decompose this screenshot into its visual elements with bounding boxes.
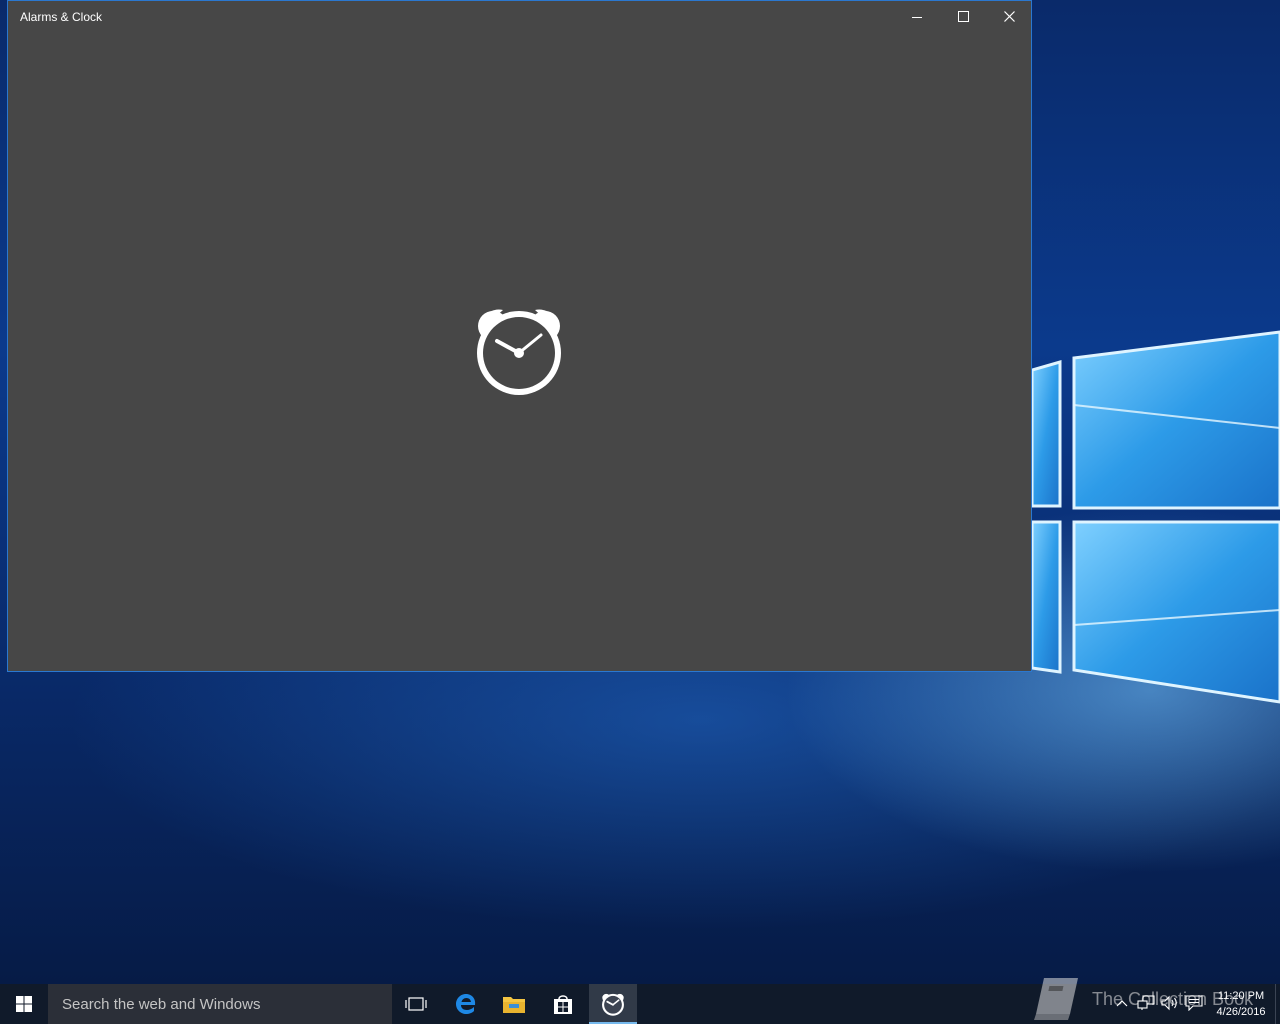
- volume-icon: [1161, 995, 1177, 1011]
- network-button[interactable]: [1136, 993, 1156, 1013]
- show-desktop-button[interactable]: [1275, 984, 1280, 1024]
- windows-start-icon: [16, 996, 32, 1012]
- network-icon: [1137, 995, 1155, 1010]
- task-view-icon: [405, 997, 427, 1011]
- window-title: Alarms & Clock: [20, 10, 103, 24]
- show-hidden-icons-button[interactable]: [1112, 993, 1132, 1013]
- edge-button[interactable]: [442, 984, 490, 1024]
- alarm-clock-icon: [473, 304, 565, 396]
- clock-date: 4/26/2016: [1216, 1006, 1266, 1018]
- taskbar-clock[interactable]: 11:20 PM 4/26/2016: [1208, 986, 1274, 1024]
- title-bar[interactable]: Alarms & Clock: [8, 1, 1031, 32]
- minimize-button[interactable]: [894, 1, 940, 32]
- store-button[interactable]: [539, 984, 587, 1024]
- action-center-button[interactable]: [1184, 993, 1204, 1013]
- volume-button[interactable]: [1160, 993, 1180, 1013]
- close-icon: [1003, 11, 1015, 22]
- windows-logo-wallpaper: [1030, 300, 1280, 720]
- task-view-button[interactable]: [392, 984, 440, 1024]
- maximize-icon: [957, 11, 969, 22]
- taskbar: [0, 984, 1280, 1024]
- clock-time: 11:20 PM: [1217, 990, 1265, 1002]
- search-box[interactable]: [48, 984, 392, 1024]
- alarms-clock-taskbar-button[interactable]: [589, 984, 637, 1024]
- edge-icon: [456, 994, 476, 1014]
- maximize-button[interactable]: [940, 1, 986, 32]
- file-explorer-button[interactable]: [490, 984, 538, 1024]
- minimize-icon: [912, 16, 922, 18]
- close-button[interactable]: [986, 1, 1032, 32]
- store-icon: [554, 995, 572, 1014]
- chevron-up-icon: [1116, 1000, 1128, 1007]
- alarm-clock-icon: [602, 993, 624, 1016]
- file-explorer-icon: [503, 997, 525, 1013]
- search-input[interactable]: [60, 994, 384, 1014]
- alarms-clock-window: Alarms & Clock: [7, 0, 1032, 672]
- action-center-icon: [1185, 995, 1203, 1011]
- start-button[interactable]: [0, 984, 48, 1024]
